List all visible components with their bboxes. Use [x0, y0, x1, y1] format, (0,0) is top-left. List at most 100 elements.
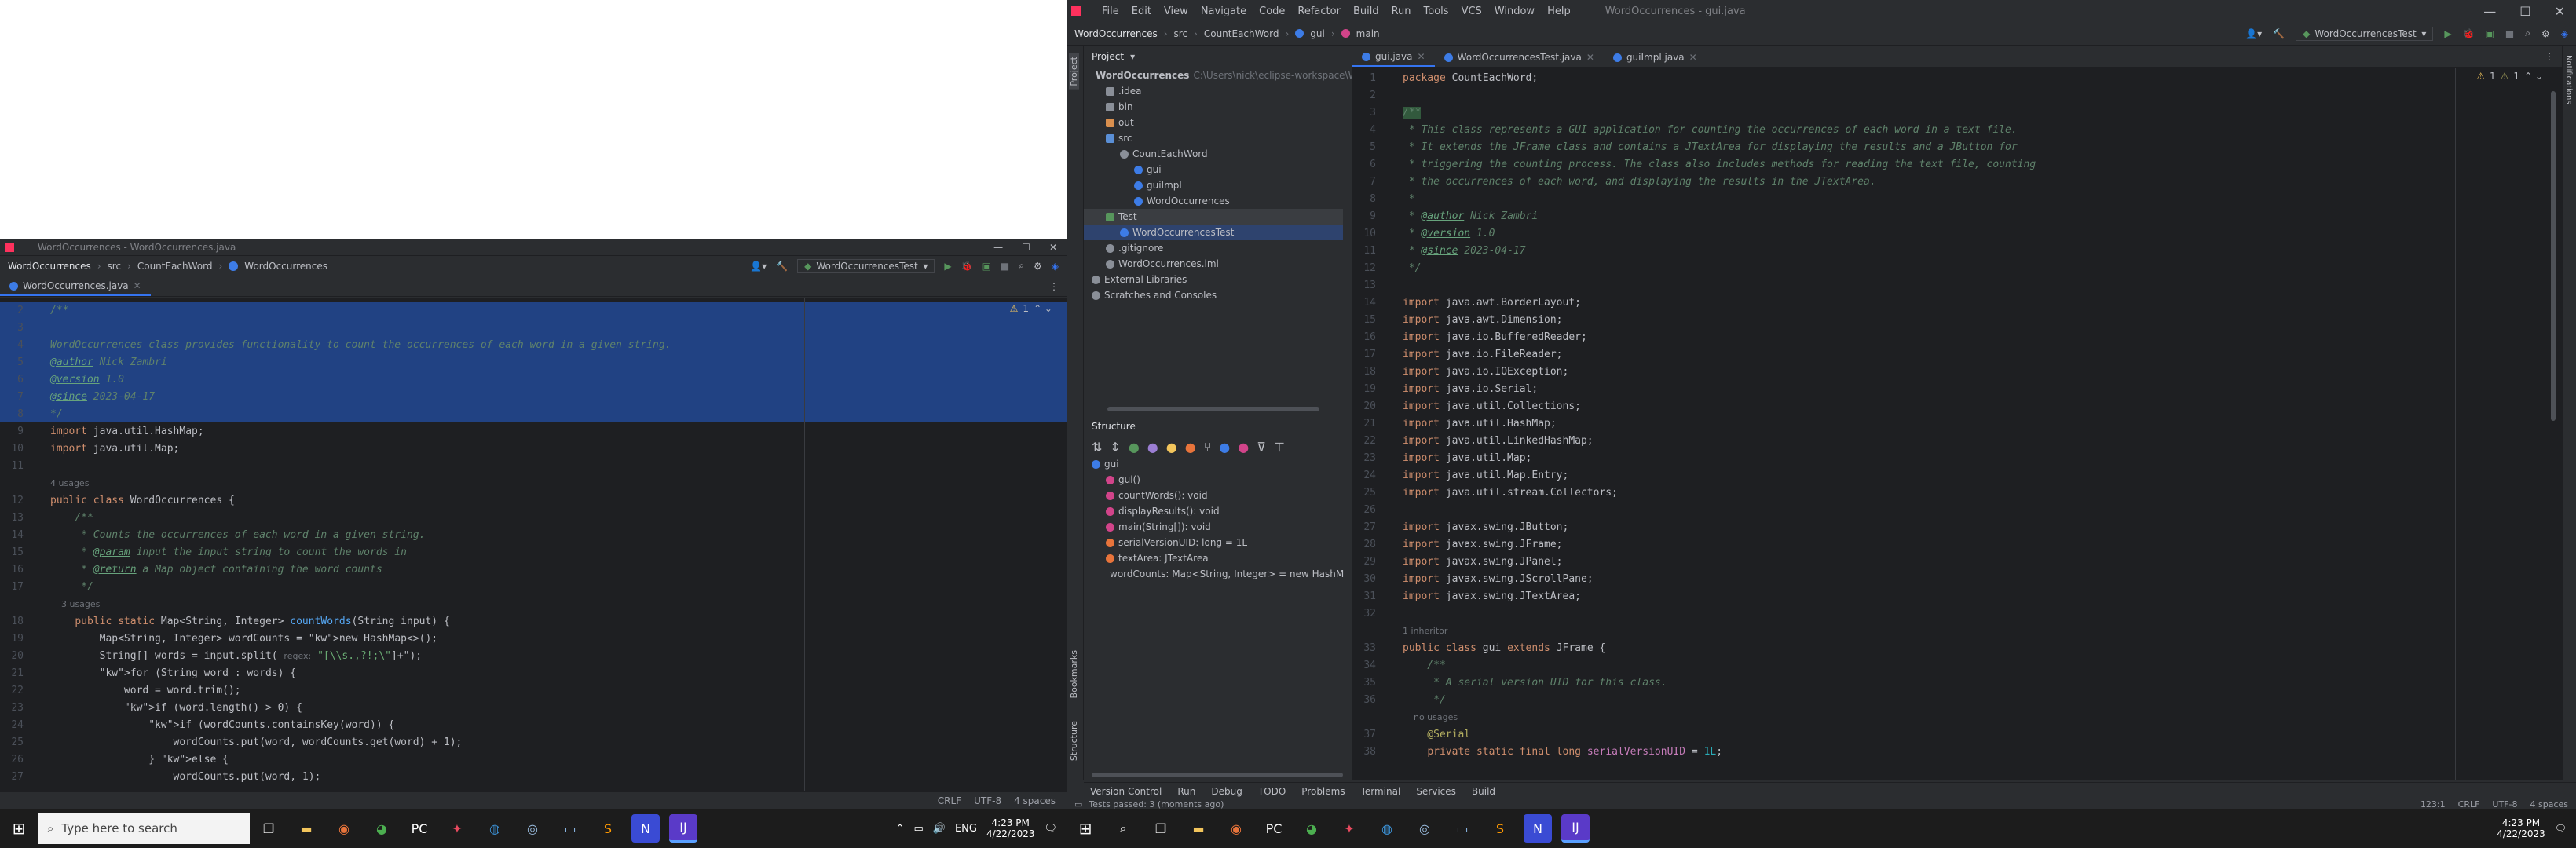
tool-window-problems[interactable]: Problems	[1295, 783, 1351, 800]
more-tabs-icon[interactable]: ⋮	[2537, 51, 2562, 62]
ide-logo-icon[interactable]: ◈	[1052, 261, 1059, 272]
tool-window-version-control[interactable]: Version Control	[1084, 783, 1168, 800]
code-line[interactable]: 16 * @return a Map object containing the…	[0, 561, 1067, 578]
code-line[interactable]: 8 */	[0, 405, 1067, 422]
task-view-icon[interactable]: ❐	[1147, 814, 1175, 843]
breadcrumb-package[interactable]: CountEachWord	[137, 261, 213, 272]
horizontal-scrollbar[interactable]	[1092, 773, 1343, 777]
sort-alpha-icon[interactable]: ↕	[1110, 440, 1120, 455]
steam-icon[interactable]: ◎	[1411, 814, 1439, 843]
editor-warnings-indicator[interactable]: ⚠ 1 ⚠ 1 ⌃ ⌄	[2476, 71, 2543, 82]
network-icon[interactable]: ▭	[913, 823, 923, 835]
code-line[interactable]: 22 word = word.trim();	[0, 682, 1067, 699]
code-line[interactable]: 15 import java.awt.Dimension;	[1352, 311, 2562, 328]
debug-icon[interactable]: 🐞	[2463, 28, 2475, 39]
breadcrumb-src[interactable]: src	[1174, 28, 1188, 39]
breadcrumb-class[interactable]: gui	[1310, 28, 1325, 39]
windows-start-icon[interactable]: ⊞	[0, 819, 38, 838]
status-message[interactable]: Tests passed: 3 (moments ago)	[1089, 799, 1224, 810]
search-icon[interactable]: ⌕	[1109, 814, 1137, 843]
code-line[interactable]: 13 /**	[0, 509, 1067, 526]
menu-help[interactable]: Help	[1547, 5, 1571, 17]
code-line[interactable]: 38 private static final long serialVersi…	[1352, 743, 2562, 760]
menu-window[interactable]: Window	[1495, 5, 1535, 17]
breadcrumb-class[interactable]: WordOccurrences	[244, 261, 327, 272]
code-line[interactable]: 20 String[] words = input.split( regex: …	[0, 647, 1067, 664]
close-tab-icon[interactable]: ✕	[1418, 51, 1425, 62]
caret-position[interactable]: 123:1	[2420, 799, 2446, 810]
breadcrumb-package[interactable]: CountEachWord	[1204, 28, 1279, 39]
taskbar-search-box[interactable]: ⌕ Type here to search	[38, 813, 250, 844]
code-line[interactable]: 17 */	[0, 578, 1067, 595]
search-icon[interactable]: ⌕	[2525, 27, 2530, 39]
structure-item[interactable]: gui	[1084, 456, 1343, 472]
structure-item[interactable]: main(String[]): void	[1084, 519, 1343, 535]
tab-word-occurrences-test[interactable]: WordOccurrencesTest.java ✕	[1435, 48, 1604, 67]
lambda-icon[interactable]: ●	[1238, 440, 1249, 455]
file-explorer-icon[interactable]: ▬	[1184, 814, 1213, 843]
code-line[interactable]: 11	[0, 457, 1067, 474]
language-indicator[interactable]: ENG	[955, 823, 977, 835]
clock-date[interactable]: 4/22/2023	[986, 828, 1035, 839]
code-line[interactable]: 17 import java.io.FileReader;	[1352, 345, 2562, 363]
minimize-button[interactable]: —	[2483, 4, 2496, 19]
tree-item[interactable]: WordOccurrencesTest	[1084, 225, 1343, 240]
sublime-icon[interactable]: S	[1486, 814, 1514, 843]
debug-icon[interactable]: 🐞	[961, 261, 973, 272]
property-filter-icon[interactable]: ●	[1185, 440, 1196, 455]
sublime-icon[interactable]: S	[594, 814, 622, 843]
code-line[interactable]: 13	[1352, 276, 2562, 294]
code-line[interactable]: 34 /**	[1352, 656, 2562, 674]
coverage-icon[interactable]: ▣	[2486, 28, 2494, 39]
tab-gui[interactable]: gui.java ✕	[1352, 48, 1435, 67]
code-line[interactable]: 2 /**	[0, 302, 1067, 319]
code-line[interactable]: 18 public static Map<String, Integer> co…	[0, 612, 1067, 630]
filter-icon[interactable]: ⊽	[1257, 440, 1266, 455]
ide-logo-icon[interactable]: ◈	[2561, 28, 2568, 39]
code-line[interactable]: 20 import java.util.Collections;	[1352, 397, 2562, 415]
run-config-select[interactable]: ◆ WordOccurrencesTest ▾	[797, 258, 935, 273]
tree-item[interactable]: External Libraries	[1084, 272, 1343, 287]
tab-word-occurrences[interactable]: WordOccurrences.java ✕	[0, 277, 151, 296]
structure-tool-button[interactable]: Structure	[1069, 721, 1079, 761]
code-line[interactable]: 7 @since 2023-04-17	[0, 388, 1067, 405]
tool-window-services[interactable]: Services	[1410, 783, 1462, 800]
tree-item[interactable]: bin	[1084, 99, 1343, 115]
code-line[interactable]: 4 * This class represents a GUI applicat…	[1352, 121, 2562, 138]
code-line[interactable]: 29 import javax.swing.JPanel;	[1352, 553, 2562, 570]
field-filter-icon[interactable]: ●	[1166, 440, 1177, 455]
tool-window-build[interactable]: Build	[1465, 783, 1502, 800]
tree-item[interactable]: Test	[1084, 209, 1343, 225]
notifications-icon[interactable]: 🗨	[2555, 823, 2567, 834]
steam-icon[interactable]: ◎	[518, 814, 547, 843]
code-line[interactable]: 5 * It extends the JFrame class and cont…	[1352, 138, 2562, 155]
run-config-select[interactable]: ◆ WordOccurrencesTest ▾	[2296, 26, 2434, 41]
build-hammer-icon[interactable]: 🔨	[776, 261, 788, 272]
stop-icon[interactable]: ■	[1001, 261, 1009, 272]
notion-icon[interactable]: N	[631, 814, 660, 843]
notifications-tool-button[interactable]: Notifications	[2564, 55, 2573, 104]
clock-date[interactable]: 4/22/2023	[2497, 828, 2545, 839]
tree-item[interactable]: WordOccurrences.iml	[1084, 256, 1343, 272]
code-line[interactable]: 19 Map<String, Integer> wordCounts = "kw…	[0, 630, 1067, 647]
app-icon[interactable]: ◍	[1373, 814, 1401, 843]
structure-item[interactable]: countWords(): void	[1084, 488, 1343, 503]
indent-setting[interactable]: 4 spaces	[2530, 799, 2569, 810]
code-line[interactable]: 27 wordCounts.put(word, 1);	[0, 768, 1067, 785]
code-line[interactable]: 6 * triggering the counting process. The…	[1352, 155, 2562, 173]
code-line[interactable]: 7 * the occurrences of each word, and di…	[1352, 173, 2562, 190]
breadcrumb-project[interactable]: WordOccurrences	[1074, 28, 1158, 39]
menu-run[interactable]: Run	[1392, 5, 1411, 17]
stop-icon[interactable]: ■	[2505, 28, 2514, 39]
code-line[interactable]: 26	[1352, 501, 2562, 518]
menu-file[interactable]: File	[1102, 5, 1119, 17]
task-view-icon[interactable]: ❐	[254, 814, 283, 843]
code-line[interactable]: 32	[1352, 605, 2562, 622]
code-line[interactable]: 9 import java.util.HashMap;	[0, 422, 1067, 440]
structure-item[interactable]: serialVersionUID: long = 1L	[1084, 535, 1343, 550]
close-button[interactable]: ✕	[1049, 242, 1057, 253]
tree-item[interactable]: guiImpl	[1084, 177, 1343, 193]
code-line[interactable]: 23 import java.util.Map;	[1352, 449, 2562, 466]
close-button[interactable]: ✕	[2555, 4, 2565, 19]
code-line[interactable]: 21 "kw">for (String word : words) {	[0, 664, 1067, 682]
